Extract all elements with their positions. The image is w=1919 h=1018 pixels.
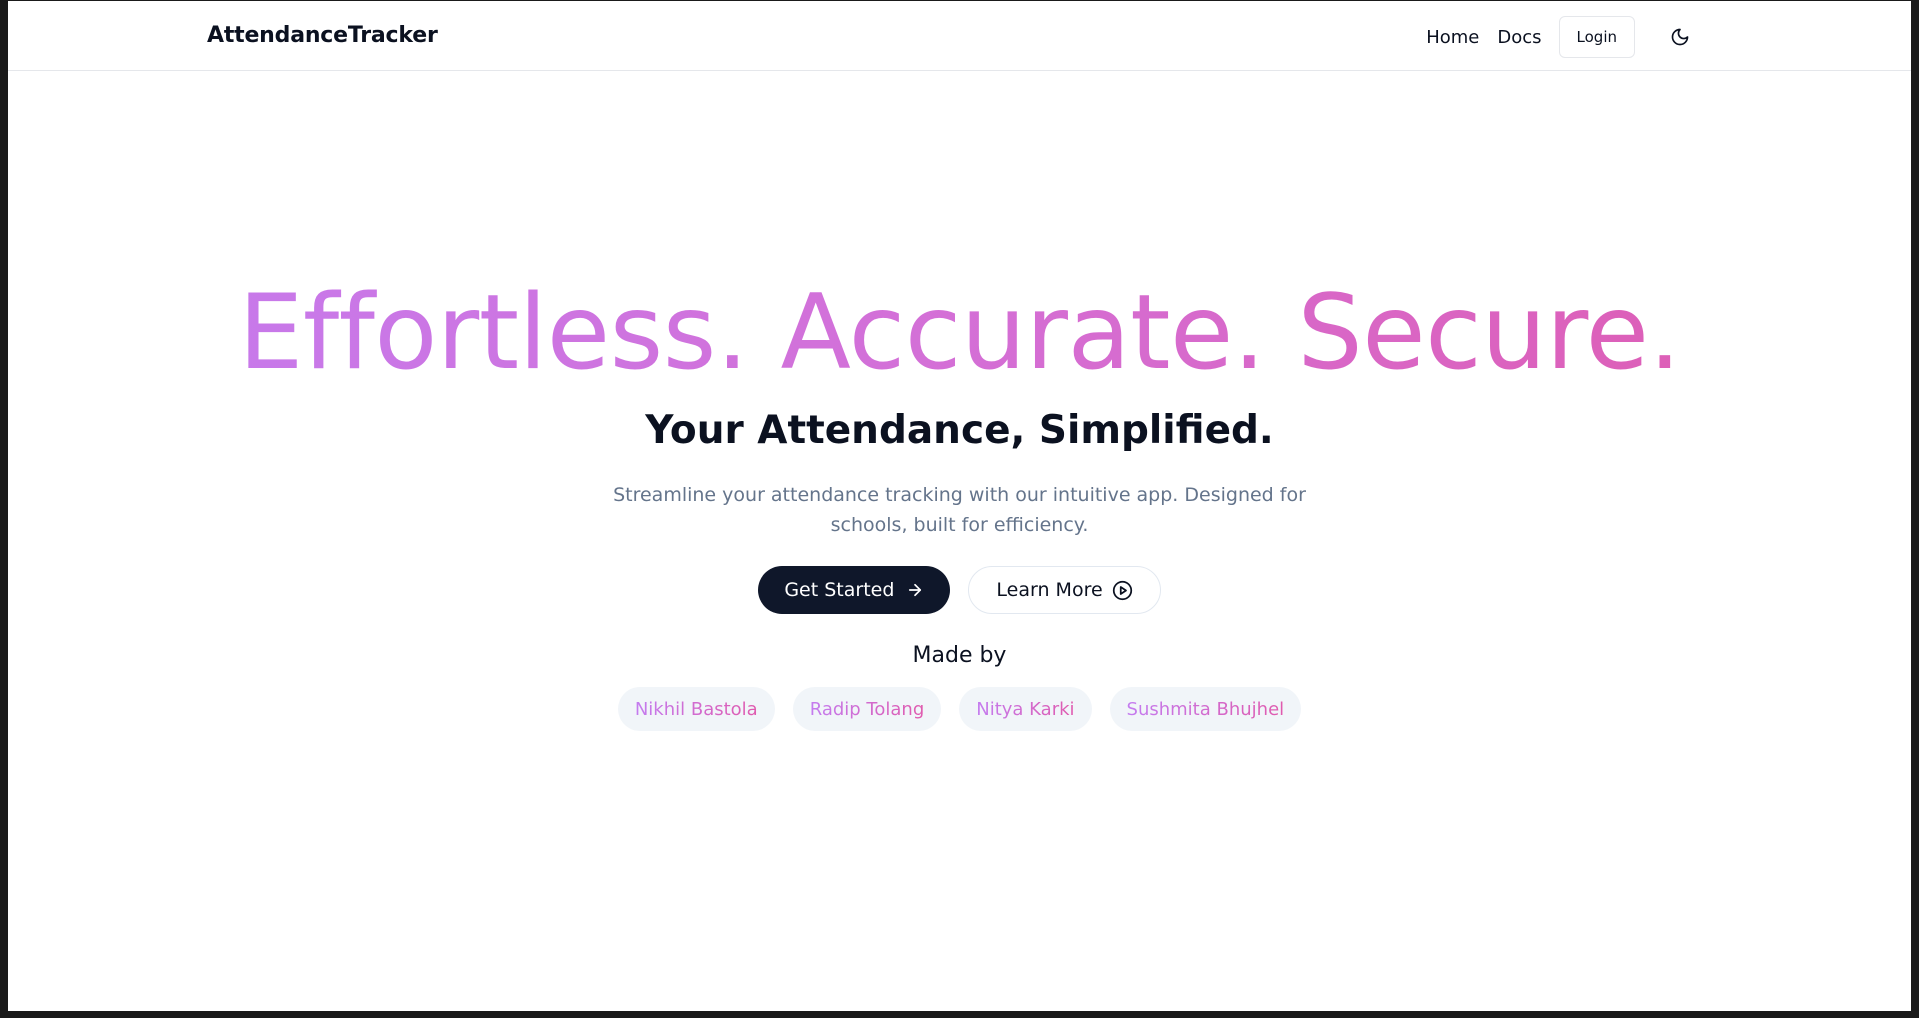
get-started-label: Get Started (784, 579, 895, 601)
contributor-name: Nitya Karki (976, 698, 1075, 720)
contributor-name: Sushmita Bhujhel (1126, 698, 1285, 720)
hero-description: Streamline your attendance tracking with… (613, 484, 1306, 536)
contributor-name: Radip Tolang (809, 698, 925, 720)
nav-link-home[interactable]: Home (1426, 27, 1479, 48)
brand-logo[interactable]: AttendanceTracker (207, 23, 438, 48)
learn-more-label: Learn More (996, 579, 1103, 601)
theme-toggle-button[interactable] (1665, 22, 1695, 52)
get-started-button[interactable]: Get Started (758, 566, 951, 614)
play-circle-icon (1112, 580, 1133, 601)
nav-link-docs[interactable]: Docs (1497, 27, 1541, 48)
contributor-name: Nikhil Bastola (634, 698, 758, 720)
hero-headline: Effortless. Accurate. Secure. (8, 273, 1911, 393)
browser-viewport: AttendanceTracker Home Docs Login Effort… (8, 1, 1911, 1011)
made-by-label: Made by (912, 643, 1007, 668)
navbar: AttendanceTracker Home Docs Login (8, 1, 1911, 71)
learn-more-button[interactable]: Learn More (968, 566, 1161, 614)
login-button[interactable]: Login (1558, 16, 1635, 58)
hero-actions: Get Started Learn More (8, 566, 1911, 614)
contributors-list: Nikhil Bastola Radip Tolang Nitya Karki … (8, 687, 1911, 731)
contributor-chip: Radip Tolang (792, 687, 942, 731)
nav-links: Home Docs Login (1426, 15, 1695, 59)
arrow-right-icon (906, 581, 924, 599)
contributor-chip: Nitya Karki (959, 687, 1092, 731)
hero-subheadline: Your Attendance, Simplified. (645, 408, 1274, 453)
contributor-chip: Sushmita Bhujhel (1109, 687, 1302, 731)
moon-icon (1670, 27, 1690, 47)
contributor-chip: Nikhil Bastola (617, 687, 775, 731)
